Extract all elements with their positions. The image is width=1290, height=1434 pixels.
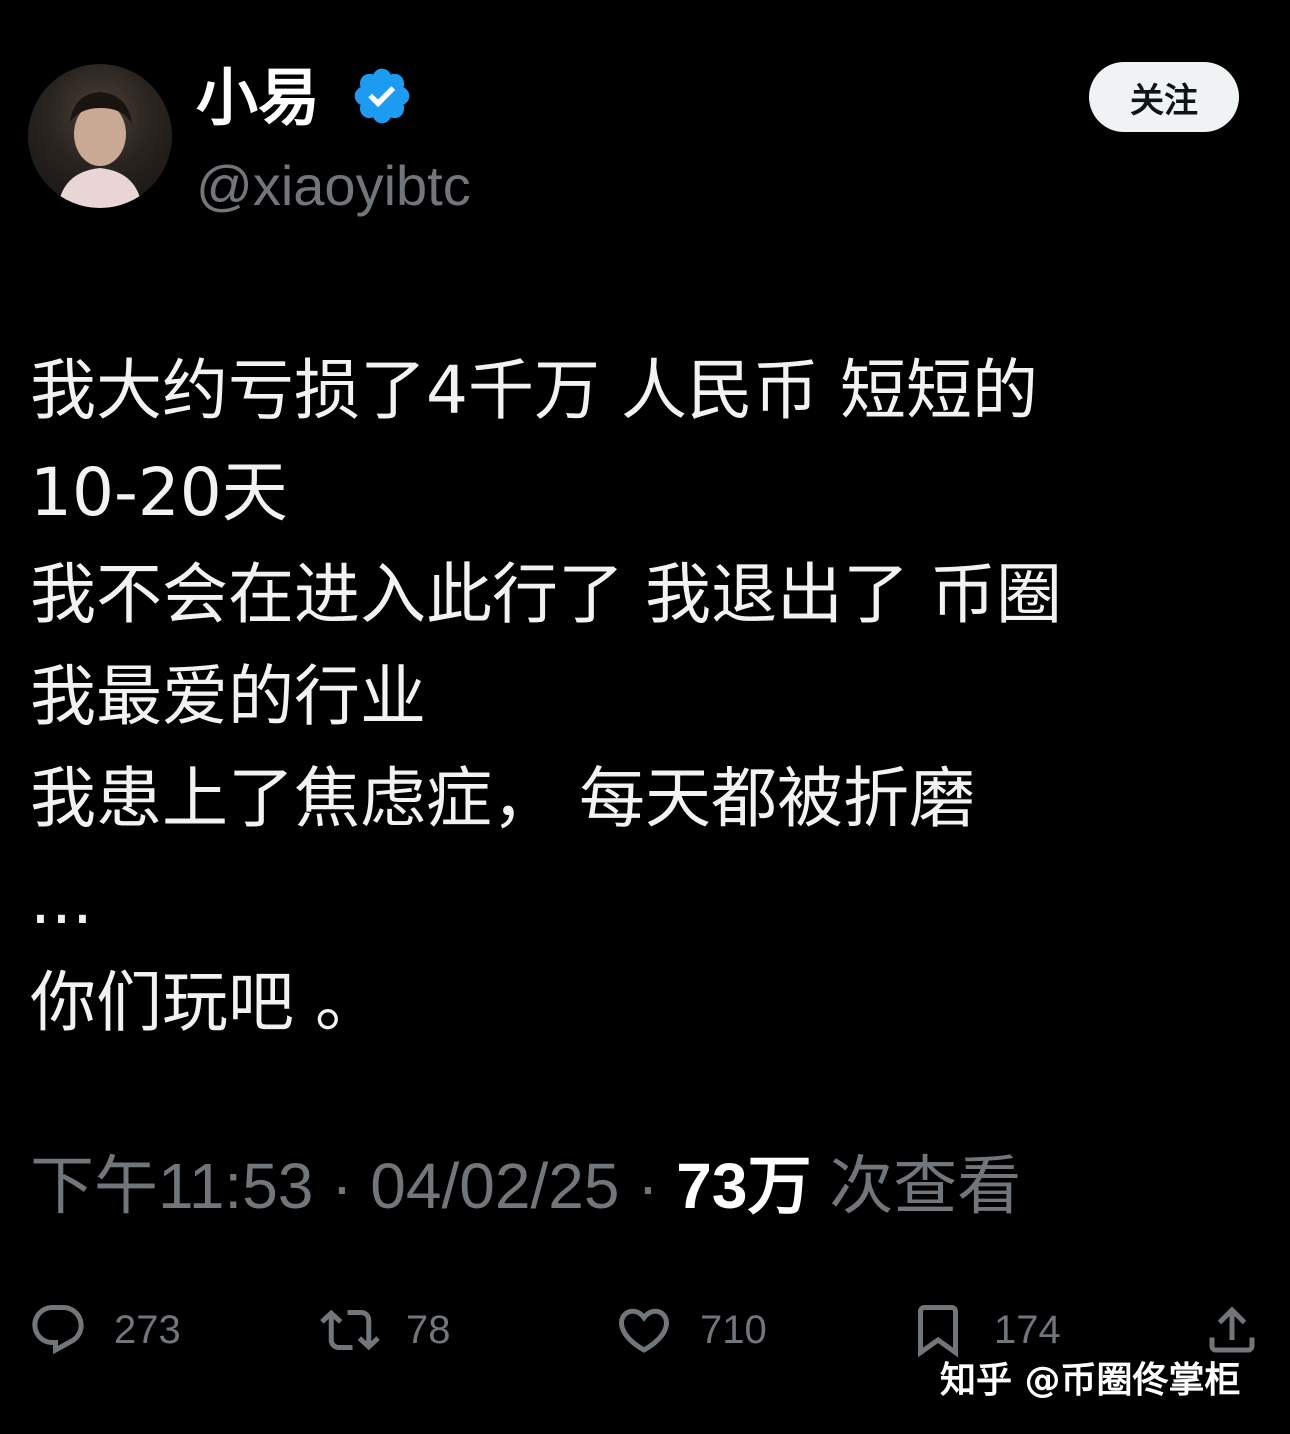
tweet-line: 你们玩吧 。 — [30, 964, 381, 1041]
retweet-count: 78 — [406, 1307, 451, 1352]
retweet-button[interactable]: 78 — [320, 1290, 451, 1370]
bookmark-count: 174 — [994, 1307, 1061, 1352]
tweet-text: 我大约亏损了4千万 人民币 短短的 10-20天 我不会在进入此行了 我退出了 … — [30, 340, 1260, 1054]
heart-icon — [618, 1308, 670, 1353]
retweet-icon — [320, 1309, 380, 1351]
tweet-line: 10-20天 — [30, 454, 288, 531]
tweet-line: 我不会在进入此行了 我退出了 币圈 — [30, 556, 1062, 633]
tweet-time[interactable]: 下午11:53 — [30, 1150, 313, 1222]
bookmark-icon — [918, 1305, 958, 1358]
like-button[interactable]: 710 — [614, 1290, 767, 1370]
reply-count: 273 — [114, 1307, 181, 1352]
meta-separator: · — [637, 1150, 659, 1222]
user-handle[interactable]: @xiaoyibtc — [196, 150, 471, 222]
meta-separator: · — [331, 1150, 353, 1222]
tweet-line: 我最爱的行业 — [30, 658, 426, 735]
views-label: 次查看 — [829, 1150, 1022, 1222]
reply-button[interactable]: 273 — [28, 1290, 181, 1370]
like-count: 710 — [700, 1307, 767, 1352]
avatar-image — [58, 92, 142, 208]
tweet-date[interactable]: 04/02/25 — [370, 1150, 619, 1222]
verified-badge-icon — [354, 68, 410, 124]
views-count[interactable]: 73万 — [676, 1150, 811, 1222]
tweet-line: 我大约亏损了4千万 人民币 短短的 — [30, 352, 1038, 429]
watermark: 知乎 @币圈佟掌柜 — [940, 1360, 1241, 1401]
tweet-line: ... — [30, 862, 93, 939]
avatar[interactable] — [28, 64, 172, 208]
tweet-line: 我患上了焦虑症， 每天都被折磨 — [30, 760, 975, 837]
display-name[interactable]: 小易 — [196, 60, 320, 136]
reply-icon — [32, 1305, 84, 1355]
share-icon — [1209, 1306, 1255, 1353]
follow-button[interactable]: 关注 — [1089, 62, 1239, 132]
tweet-meta: 下午11:53 · 04/02/25 · 73万 次查看 — [30, 1146, 1021, 1226]
